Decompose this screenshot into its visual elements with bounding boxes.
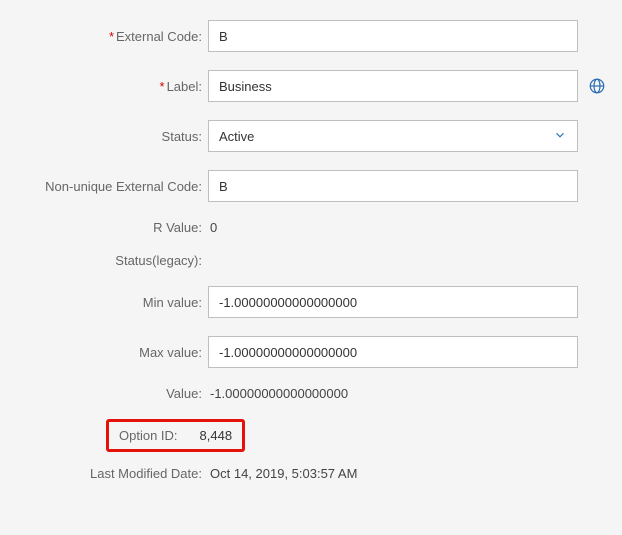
row-option-id: Option ID: 8,448 xyxy=(12,419,610,452)
label-status: Status: xyxy=(12,129,208,144)
row-non-unique-external-code: Non-unique External Code: xyxy=(12,170,610,202)
non-unique-external-code-input[interactable] xyxy=(208,170,578,202)
row-last-modified: Last Modified Date: Oct 14, 2019, 5:03:5… xyxy=(12,466,610,481)
external-code-input[interactable] xyxy=(208,20,578,52)
row-status-legacy: Status(legacy): xyxy=(12,253,610,268)
label-option-id: Option ID: xyxy=(119,428,178,443)
label-input[interactable] xyxy=(208,70,578,102)
row-external-code: *External Code: xyxy=(12,20,610,52)
max-value-input[interactable] xyxy=(208,336,578,368)
last-modified-value: Oct 14, 2019, 5:03:57 AM xyxy=(208,466,357,481)
min-value-input[interactable] xyxy=(208,286,578,318)
required-marker: * xyxy=(160,79,165,94)
row-value: Value: -1.00000000000000000 xyxy=(12,386,610,401)
required-marker: * xyxy=(109,29,114,44)
label-min-value: Min value: xyxy=(12,295,208,310)
label-label: *Label: xyxy=(12,79,208,94)
label-last-modified: Last Modified Date: xyxy=(12,466,208,481)
label-external-code: *External Code: xyxy=(12,29,208,44)
row-max-value: Max value: xyxy=(12,336,610,368)
status-select[interactable]: Active xyxy=(208,120,578,152)
chevron-down-icon xyxy=(553,128,567,145)
globe-icon[interactable] xyxy=(588,77,606,95)
row-min-value: Min value: xyxy=(12,286,610,318)
label-non-unique-external-code: Non-unique External Code: xyxy=(12,179,208,194)
r-value: 0 xyxy=(208,220,217,235)
option-id-value: 8,448 xyxy=(198,428,233,443)
value-static: -1.00000000000000000 xyxy=(208,386,348,401)
row-r-value: R Value: 0 xyxy=(12,220,610,235)
label-max-value: Max value: xyxy=(12,345,208,360)
label-value: Value: xyxy=(12,386,208,401)
option-form: *External Code: *Label: Status: Active xyxy=(0,0,622,535)
row-status: Status: Active xyxy=(12,120,610,152)
row-label: *Label: xyxy=(12,70,610,102)
label-r-value: R Value: xyxy=(12,220,208,235)
option-id-highlight: Option ID: 8,448 xyxy=(106,419,245,452)
label-status-legacy: Status(legacy): xyxy=(12,253,208,268)
status-selected-value: Active xyxy=(219,129,254,144)
